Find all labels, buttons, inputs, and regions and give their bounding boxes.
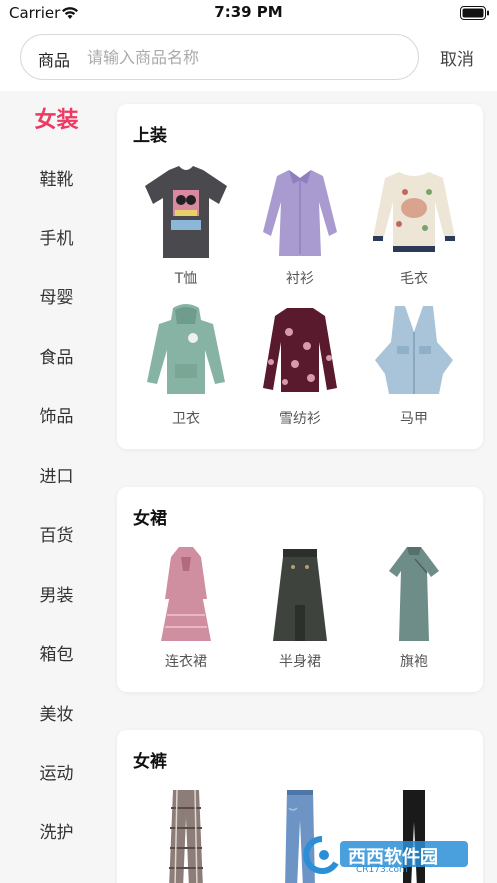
sidebar-item-womens-clothing[interactable]: 女装 bbox=[0, 101, 113, 141]
cancel-button[interactable]: 取消 bbox=[440, 45, 474, 70]
category-item-shirt[interactable]: 衬衫 bbox=[241, 162, 359, 288]
sidebar-item-general-goods[interactable]: 百货 bbox=[0, 516, 113, 556]
watermark-url: CR173.com bbox=[356, 865, 408, 875]
sidebar-item-mens-clothing[interactable]: 男装 bbox=[0, 576, 113, 616]
sidebar-item-shoes[interactable]: 鞋靴 bbox=[0, 160, 113, 200]
category-content[interactable]: 上装 T恤 衬衫 毛衣 卫衣 雪纺衫 马甲 女裙 连衣裙 半身裙 旗袍 女裤 bbox=[113, 91, 497, 883]
sweater-icon bbox=[373, 172, 455, 252]
category-item-dress[interactable]: 连衣裙 bbox=[127, 545, 245, 671]
clock: 7:39 PM bbox=[214, 3, 283, 21]
hoodie-icon bbox=[147, 304, 225, 394]
category-item-label: 连衣裙 bbox=[165, 654, 207, 670]
search-input[interactable] bbox=[87, 41, 407, 73]
section-card-tops: 上装 T恤 衬衫 毛衣 卫衣 雪纺衫 马甲 bbox=[117, 104, 483, 449]
category-item-label: T恤 bbox=[174, 271, 198, 287]
sidebar-item-phones[interactable]: 手机 bbox=[0, 219, 113, 259]
category-item-chiffon-blouse[interactable]: 雪纺衫 bbox=[241, 302, 359, 428]
category-item-skirt[interactable]: 半身裙 bbox=[241, 545, 359, 671]
search-scope-label[interactable]: 商品 bbox=[38, 47, 70, 71]
category-item-label: 半身裙 bbox=[279, 654, 321, 670]
chiffon-blouse-icon bbox=[263, 308, 337, 392]
search-bar[interactable]: 商品 bbox=[20, 34, 419, 80]
sidebar-item-sports[interactable]: 运动 bbox=[0, 754, 113, 794]
category-item-label: 旗袍 bbox=[400, 654, 428, 670]
category-item-tshirt[interactable]: T恤 bbox=[127, 162, 245, 288]
category-item-label: 马甲 bbox=[400, 411, 428, 427]
sidebar-item-beauty[interactable]: 美妆 bbox=[0, 695, 113, 735]
category-item-hoodie[interactable]: 卫衣 bbox=[127, 302, 245, 428]
shirt-icon bbox=[263, 170, 337, 256]
sidebar-item-baby[interactable]: 母婴 bbox=[0, 278, 113, 318]
category-item-label: 卫衣 bbox=[172, 411, 200, 427]
battery-icon bbox=[460, 5, 490, 24]
category-item-qipao[interactable]: 旗袍 bbox=[355, 545, 473, 671]
sidebar-item-personal-care[interactable]: 洗护 bbox=[0, 813, 113, 853]
category-item-label: 雪纺衫 bbox=[279, 411, 321, 427]
section-title: 女裤 bbox=[133, 752, 167, 772]
section-title: 上装 bbox=[133, 126, 167, 146]
sidebar-item-food[interactable]: 食品 bbox=[0, 338, 113, 378]
plaid-pants-icon bbox=[169, 789, 203, 883]
status-bar: Carrier 7:39 PM bbox=[0, 0, 497, 28]
section-card-skirts: 女裙 连衣裙 半身裙 旗袍 bbox=[117, 487, 483, 692]
vest-icon bbox=[375, 306, 453, 394]
watermark-logo: 西西软件园 CR173.com bbox=[300, 833, 480, 875]
category-item-label: 衬衫 bbox=[286, 271, 314, 287]
category-sidebar: 女装 鞋靴 手机 母婴 食品 饰品 进口 百货 男装 箱包 美妆 运动 洗护 bbox=[0, 91, 113, 883]
section-title: 女裙 bbox=[133, 509, 167, 529]
sidebar-item-bags[interactable]: 箱包 bbox=[0, 635, 113, 675]
category-item-plaid-pants[interactable] bbox=[127, 788, 245, 883]
category-item-sweater[interactable]: 毛衣 bbox=[355, 162, 473, 288]
dress-icon bbox=[161, 547, 211, 641]
category-item-vest[interactable]: 马甲 bbox=[355, 302, 473, 428]
qipao-icon bbox=[389, 547, 439, 641]
sidebar-item-imports[interactable]: 进口 bbox=[0, 457, 113, 497]
sidebar-item-accessories[interactable]: 饰品 bbox=[0, 397, 113, 437]
skirt-icon bbox=[273, 549, 327, 641]
category-item-label: 毛衣 bbox=[400, 271, 428, 287]
tshirt-icon bbox=[145, 166, 227, 258]
